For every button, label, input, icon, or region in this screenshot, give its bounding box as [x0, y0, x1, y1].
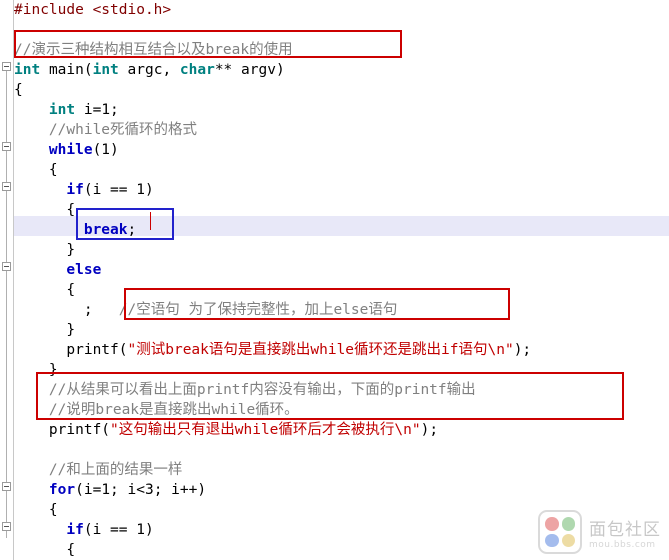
- fold-toggle-else[interactable]: [2, 262, 11, 271]
- code-line[interactable]: //while死循环的格式: [14, 120, 197, 140]
- code-line[interactable]: {: [14, 540, 75, 560]
- fold-toggle-main[interactable]: [2, 62, 11, 71]
- code-token: main: [48, 62, 84, 78]
- four-dots-logo-icon: [538, 510, 582, 554]
- text-caret: [150, 212, 151, 230]
- code-token: ;: [14, 302, 119, 318]
- annotation-box-result-explanation: [36, 372, 624, 420]
- code-token: }: [14, 242, 76, 258]
- code-token: (i == 1): [83, 182, 154, 198]
- code-line[interactable]: {: [14, 160, 58, 180]
- code-token: {: [14, 82, 23, 98]
- code-line[interactable]: for(i=1; i<3; i++): [14, 480, 206, 500]
- code-token: (i == 1): [83, 522, 154, 538]
- annotation-box-header-comment: [14, 30, 402, 58]
- code-token: char: [179, 62, 215, 78]
- code-line[interactable]: {: [14, 280, 75, 300]
- code-line[interactable]: {: [14, 500, 58, 520]
- code-token: for: [48, 482, 76, 498]
- code-token: //和上面的结果一样: [14, 462, 183, 478]
- code-token: **: [214, 62, 242, 78]
- code-token: {: [14, 202, 76, 218]
- code-token: {: [14, 502, 58, 518]
- watermark-sub-text: mou.bbs.com: [589, 539, 656, 550]
- code-line[interactable]: while(1): [14, 140, 119, 160]
- code-line[interactable]: }: [14, 240, 75, 260]
- code-line[interactable]: printf("这句输出只有退出while循环后才会被执行\n");: [14, 420, 438, 440]
- code-token: argc,: [118, 62, 180, 78]
- code-token: {: [14, 282, 76, 298]
- code-line[interactable]: printf("测试break语句是直接跳出while循环还是跳出if语句\n"…: [14, 340, 531, 360]
- code-token: i=1;: [75, 102, 119, 118]
- code-token: (1): [92, 142, 119, 158]
- code-token: (i=1; i<3; i++): [75, 482, 207, 498]
- fold-toggle-if[interactable]: [2, 182, 11, 191]
- code-line[interactable]: //和上面的结果一样: [14, 460, 182, 480]
- code-content[interactable]: #include <stdio.h>//演示三种结构相互结合以及break的使用…: [14, 0, 669, 560]
- code-line[interactable]: #include <stdio.h>: [14, 0, 171, 20]
- code-line[interactable]: if(i == 1): [14, 180, 154, 200]
- code-line[interactable]: {: [14, 200, 75, 220]
- code-token: );: [513, 342, 532, 358]
- code-token: else: [66, 262, 102, 278]
- fold-toggle-while[interactable]: [2, 142, 11, 151]
- code-token: int: [14, 62, 41, 78]
- code-token: printf(: [14, 342, 128, 358]
- fold-toggle-for-if[interactable]: [2, 522, 11, 531]
- code-token: }: [14, 322, 76, 338]
- watermark: 面包社区 mou.bbs.com: [538, 510, 661, 554]
- code-token: argv: [241, 62, 276, 78]
- code-line[interactable]: int i=1;: [14, 100, 119, 120]
- code-token: printf(: [14, 422, 111, 438]
- code-token: while: [48, 142, 93, 158]
- code-token: ): [275, 62, 285, 78]
- watermark-main-text: 面包社区: [589, 519, 661, 540]
- fold-toggle-for[interactable]: [2, 482, 11, 491]
- code-line[interactable]: if(i == 1): [14, 520, 154, 540]
- code-token: {: [14, 542, 76, 558]
- code-token: #include <stdio.h>: [14, 2, 172, 18]
- editor-gutter[interactable]: [0, 0, 14, 560]
- code-editor[interactable]: #include <stdio.h>//演示三种结构相互结合以及break的使用…: [0, 0, 669, 560]
- code-token: "测试break语句是直接跳出while循环还是跳出if语句\n": [127, 342, 514, 358]
- code-token: {: [14, 162, 58, 178]
- code-token: int: [48, 102, 76, 118]
- code-token: if: [66, 522, 84, 538]
- code-line[interactable]: else: [14, 260, 101, 280]
- annotation-box-break-statement: [76, 208, 174, 240]
- code-line[interactable]: {: [14, 80, 23, 100]
- code-token: if: [66, 182, 84, 198]
- code-line[interactable]: }: [14, 320, 75, 340]
- code-token: );: [420, 422, 439, 438]
- code-line[interactable]: int main(int argc, char** argv): [14, 60, 285, 80]
- annotation-box-empty-statement-comment: [124, 288, 510, 320]
- code-token: "这句输出只有退出while循环后才会被执行\n": [110, 422, 421, 438]
- fold-line-main: [6, 68, 7, 538]
- code-token: int: [92, 62, 119, 78]
- code-token: //while死循环的格式: [14, 122, 198, 138]
- code-token: (: [83, 62, 93, 78]
